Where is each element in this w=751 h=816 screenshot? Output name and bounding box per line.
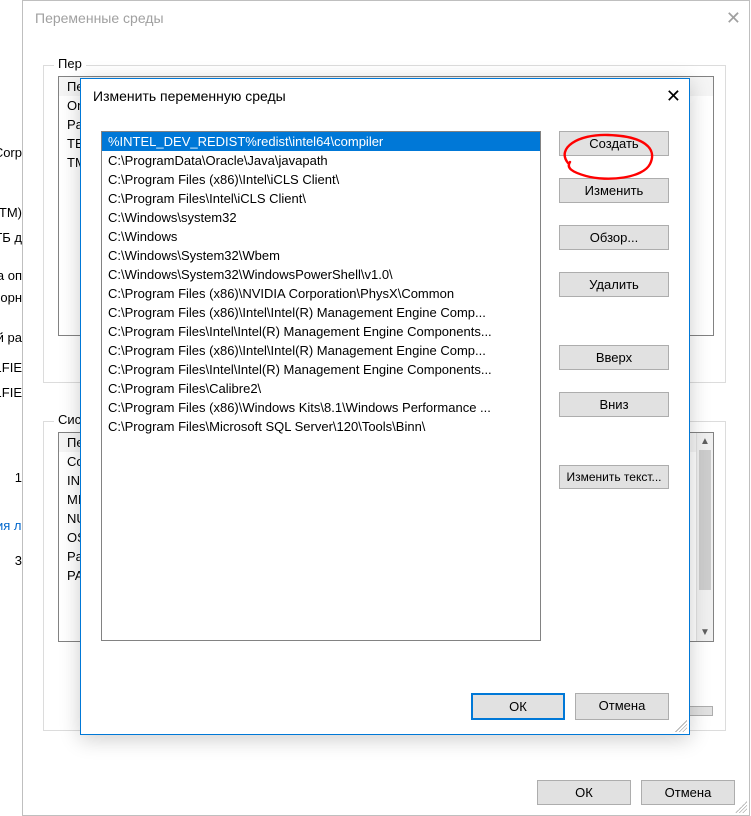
list-item[interactable]: C:\Program Files (x86)\Intel\Intel(R) Ma… (102, 303, 540, 322)
list-item[interactable]: C:\Program Files\Calibre2\ (102, 379, 540, 398)
list-item[interactable]: C:\Program Files (x86)\Intel\Intel(R) Ma… (102, 341, 540, 360)
env-titlebar: Переменные среды ✕ (23, 1, 749, 35)
edit-button[interactable]: Изменить (559, 178, 669, 203)
browse-button[interactable]: Обзор... (559, 225, 669, 250)
edit-titlebar: Изменить переменную среды ✕ (81, 79, 689, 113)
list-item[interactable]: C:\Program Files (x86)\Intel\iCLS Client… (102, 170, 540, 189)
delete-button[interactable]: Удалить (559, 272, 669, 297)
list-item[interactable]: %INTEL_DEV_REDIST%redist\intel64\compile… (102, 132, 540, 151)
resize-grip-icon[interactable] (735, 801, 747, 813)
list-item[interactable]: C:\Windows\System32\WindowsPowerShell\v1… (102, 265, 540, 284)
edit-dialog-title: Изменить переменную среды (93, 88, 286, 104)
resize-grip-icon[interactable] (675, 720, 687, 732)
scroll-up-icon[interactable]: ▲ (697, 433, 713, 450)
path-values-list[interactable]: %INTEL_DEV_REDIST%redist\intel64\compile… (101, 131, 541, 641)
list-item[interactable]: C:\Program Files (x86)\NVIDIA Corporatio… (102, 284, 540, 303)
list-item[interactable]: C:\Program Files\Intel\iCLS Client\ (102, 189, 540, 208)
scroll-thumb[interactable] (699, 450, 711, 590)
move-up-button[interactable]: Вверх (559, 345, 669, 370)
list-item[interactable]: C:\Program Files\Intel\Intel(R) Manageme… (102, 322, 540, 341)
env-cancel-button[interactable]: Отмена (641, 780, 735, 805)
list-item[interactable]: C:\Program Files\Intel\Intel(R) Manageme… (102, 360, 540, 379)
new-button[interactable]: Создать (559, 131, 669, 156)
list-item[interactable]: C:\Program Files (x86)\Windows Kits\8.1\… (102, 398, 540, 417)
close-icon[interactable]: ✕ (701, 9, 741, 27)
scroll-down-icon[interactable]: ▼ (697, 624, 713, 641)
list-item[interactable]: C:\Windows\System32\Wbem (102, 246, 540, 265)
env-window-title: Переменные среды (35, 10, 164, 26)
env-ok-button[interactable]: ОК (537, 780, 631, 805)
list-item[interactable]: C:\Program Files\Microsoft SQL Server\12… (102, 417, 540, 436)
env-bottom-buttons: ОК Отмена (537, 780, 735, 805)
ok-button[interactable]: ОК (471, 693, 565, 720)
list-item[interactable]: C:\Windows (102, 227, 540, 246)
cancel-button[interactable]: Отмена (575, 693, 669, 720)
close-icon[interactable]: ✕ (641, 87, 681, 105)
scrollbar[interactable]: ▲ ▼ (696, 433, 713, 641)
side-buttons: Создать Изменить Обзор... Удалить Вверх … (559, 131, 669, 497)
user-group-label: Пер (54, 56, 86, 71)
partial-link[interactable]: ия л (0, 518, 22, 533)
list-item[interactable]: C:\Windows\system32 (102, 208, 540, 227)
edit-variable-dialog: Изменить переменную среды ✕ %INTEL_DEV_R… (80, 78, 690, 735)
list-item[interactable]: C:\ProgramData\Oracle\Java\javapath (102, 151, 540, 170)
move-down-button[interactable]: Вниз (559, 392, 669, 417)
edit-bottom-buttons: ОК Отмена (81, 693, 689, 720)
cropped-underlying-text: Corp TM) ГБ д а оп орн й ра 1FIE 1FIE 1 … (0, 0, 22, 816)
edit-text-button[interactable]: Изменить текст... (559, 465, 669, 489)
